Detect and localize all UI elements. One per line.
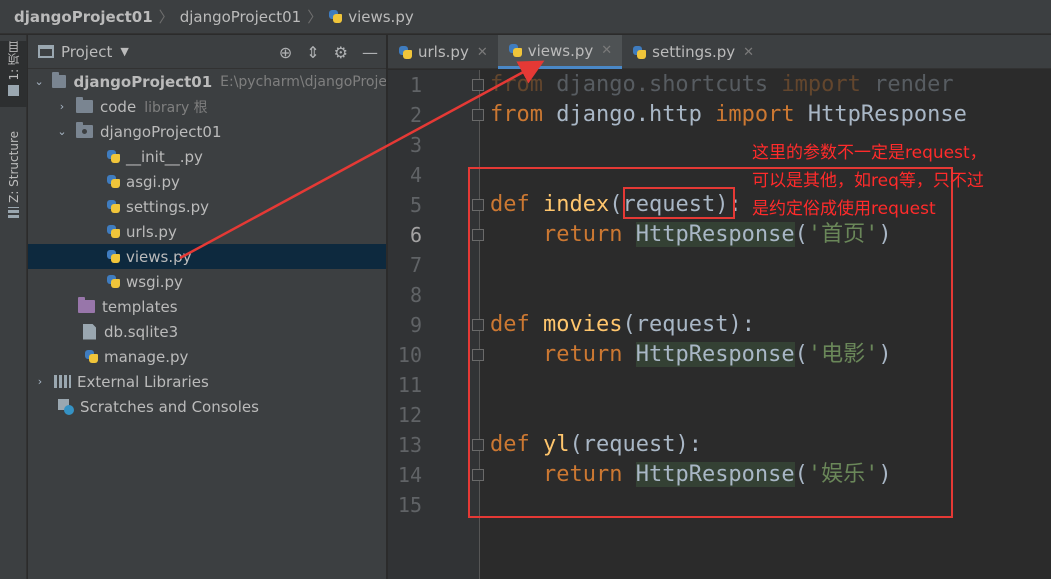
annotation-arrow (179, 60, 545, 260)
